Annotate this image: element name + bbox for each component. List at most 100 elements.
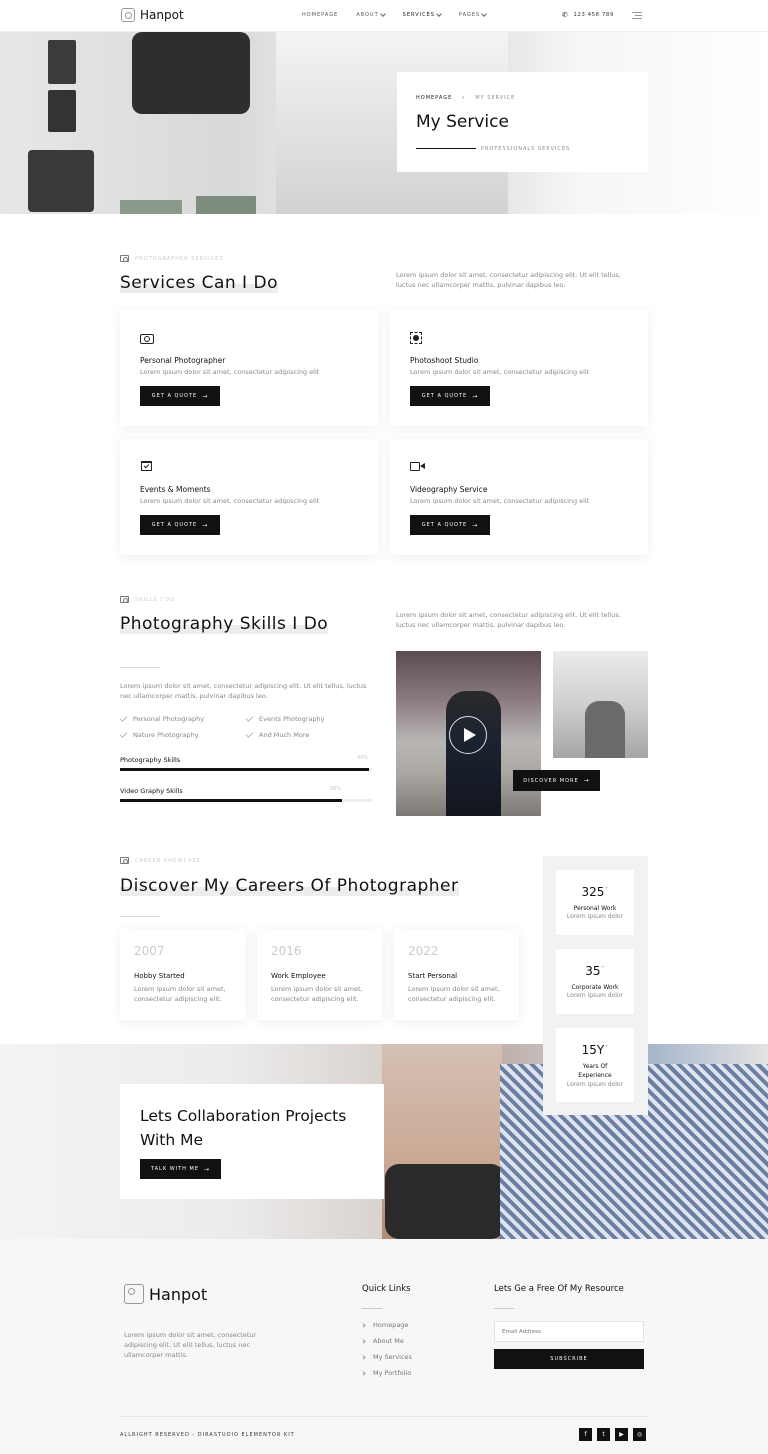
services-description: Lorem ipsum dolor sit amet, consectetur … (396, 271, 621, 289)
talk-with-me-button[interactable]: TALK WITH ME → (140, 1159, 221, 1179)
nav-services[interactable]: SERVICES (403, 11, 442, 18)
facebook-icon[interactable]: f (579, 1428, 592, 1441)
nav-pages[interactable]: PAGES (459, 11, 488, 18)
divider (494, 1308, 514, 1309)
service-title: Events & Moments (140, 485, 211, 494)
career-title: Start Personal (408, 972, 458, 980)
arrow-right-icon: → (472, 392, 479, 400)
arrow-right-icon: → (202, 392, 209, 400)
play-icon[interactable] (449, 716, 487, 754)
career-text: Lorem ipsum dolor sit amet, consectetur … (134, 985, 226, 1003)
calendar-icon (140, 459, 154, 471)
breadcrumb-home[interactable]: HOMEPAGE (416, 95, 452, 101)
menu-icon[interactable] (632, 12, 642, 19)
career-year: 2022 (408, 944, 439, 958)
service-card-events: Events & Moments Lorem ipsum dolor sit a… (120, 439, 378, 555)
phone-contact[interactable]: ✆ 123 456 789 (562, 11, 614, 19)
check-icon (119, 714, 128, 722)
breadcrumb-separator-icon: › (462, 95, 466, 101)
divider (120, 916, 160, 917)
skill-bar-fill (120, 799, 342, 802)
skills-title: Photography Skills I Do (120, 614, 329, 634)
stat-text: Lorem ipsum dolor (566, 913, 624, 920)
stat-number: 325 (581, 885, 605, 899)
chevron-right-icon (361, 1354, 366, 1360)
skill-bar-percent: 99% (357, 755, 369, 761)
email-input[interactable] (494, 1321, 644, 1342)
collaboration-banner (0, 1044, 768, 1239)
footer-brand-name: Hanpot (149, 1284, 208, 1304)
service-card-videography: Videography Service Lorem ipsum dolor si… (390, 439, 648, 555)
get-quote-button[interactable]: GET A QUOTE → (140, 386, 220, 406)
skill-bar-track (120, 799, 372, 802)
career-title: Hobby Started (134, 972, 185, 980)
career-text: Lorem ipsum dolor sit amet, consectetur … (271, 985, 363, 1003)
divider (120, 667, 160, 668)
checklist-item: Personal Photography (119, 714, 204, 723)
stat-card: 15Y+ Years Of Experience Lorem ipsum dol… (556, 1028, 634, 1102)
camera-icon (140, 332, 154, 344)
logo-camera-icon (121, 8, 135, 22)
collaboration-title: Lets Collaboration Projects With Me (140, 1107, 347, 1149)
site-footer: Hanpot Lorem ipsum dolor sit amet, conse… (0, 1239, 768, 1454)
nav-about[interactable]: ABOUT (356, 11, 386, 18)
quick-links-title: Quick Links (362, 1284, 411, 1294)
careers-title: Discover My Careers Of Photographer (120, 876, 459, 896)
services-title: Services Can I Do (120, 273, 278, 293)
main-nav: HOMEPAGE ABOUT SERVICES PAGES (302, 11, 488, 18)
get-quote-button[interactable]: GET A QUOTE → (140, 515, 220, 535)
stat-card: 35+ Corporate Work Lorem ipsum dolor (556, 949, 634, 1014)
chevron-down-icon (379, 11, 386, 17)
skills-tag: SKILLS I DO (120, 596, 175, 603)
service-text: Lorem ipsum dolor sit amet, consectetur … (410, 368, 590, 376)
footer-link-about[interactable]: About Me (361, 1337, 404, 1345)
footer-brand-logo[interactable]: Hanpot (124, 1284, 207, 1304)
arrow-right-icon: → (583, 777, 590, 784)
service-text: Lorem ipsum dolor sit amet, consectetur … (140, 368, 320, 376)
stats-panel: 325+ Personal Work Lorem ipsum dolor 35+… (543, 856, 648, 1115)
stat-number: 35 (585, 964, 601, 978)
skills-description: Lorem ipsum dolor sit amet, consectetur … (396, 611, 621, 629)
social-links: f t ▶ ◎ (579, 1428, 646, 1441)
logo-camera-icon (124, 1284, 144, 1304)
breadcrumb: HOMEPAGE › MY SERVICE (416, 95, 515, 101)
get-quote-button[interactable]: GET A QUOTE → (410, 386, 490, 406)
footer-link-services[interactable]: My Services (361, 1353, 412, 1361)
breadcrumb-current: MY SERVICE (475, 95, 516, 101)
site-header: Hanpot HOMEPAGE ABOUT SERVICES PAGES ✆ 1… (0, 0, 768, 32)
stat-label: Personal Work (573, 905, 617, 912)
checklist-item: Events Photography (245, 714, 325, 723)
camera-icon (120, 857, 129, 864)
skill-bar-percent: 88% (330, 786, 342, 792)
checklist-item: Nature Photography (119, 730, 199, 739)
camera-icon (120, 255, 129, 262)
collaboration-card: Lets Collaboration Projects With Me TALK… (120, 1084, 384, 1199)
skill-bar-fill (120, 768, 370, 771)
chevron-right-icon (361, 1338, 366, 1344)
service-title: Videography Service (410, 485, 488, 494)
service-text: Lorem ipsum dolor sit amet, consectetur … (140, 497, 320, 505)
skill-bar-label: Photography Skills (120, 756, 181, 764)
subscribe-button[interactable]: SUBSCRIBE (494, 1349, 644, 1369)
newsletter-title: Lets Ge a Free Of My Resource (494, 1284, 624, 1294)
skill-bar-label: Video Graphy Skills (120, 787, 183, 795)
discover-more-button[interactable]: DISCOVER MORE → (513, 770, 600, 791)
nav-homepage[interactable]: HOMEPAGE (302, 12, 338, 18)
footer-about: Lorem ipsum dolor sit amet, consectetur … (124, 1331, 257, 1359)
career-title: Work Employee (271, 972, 326, 980)
brand-logo[interactable]: Hanpot (121, 8, 184, 22)
youtube-icon[interactable]: ▶ (615, 1428, 628, 1441)
instagram-icon[interactable]: ◎ (633, 1428, 646, 1441)
photographer-video-thumbnail[interactable] (396, 651, 541, 816)
stat-card: 325+ Personal Work Lorem ipsum dolor (556, 870, 634, 935)
footer-link-homepage[interactable]: Homepage (361, 1321, 408, 1329)
stat-label: Corporate Work (571, 984, 619, 991)
footer-link-portfolio[interactable]: My Portfolio (361, 1369, 411, 1377)
divider (362, 1308, 382, 1309)
hero-banner (0, 32, 768, 214)
get-quote-button[interactable]: GET A QUOTE → (410, 515, 490, 535)
stat-text: Lorem ipsum dolor (566, 1081, 624, 1088)
twitter-icon[interactable]: t (597, 1428, 610, 1441)
arrow-right-icon: → (202, 521, 209, 529)
phone-icon: ✆ (562, 11, 569, 19)
